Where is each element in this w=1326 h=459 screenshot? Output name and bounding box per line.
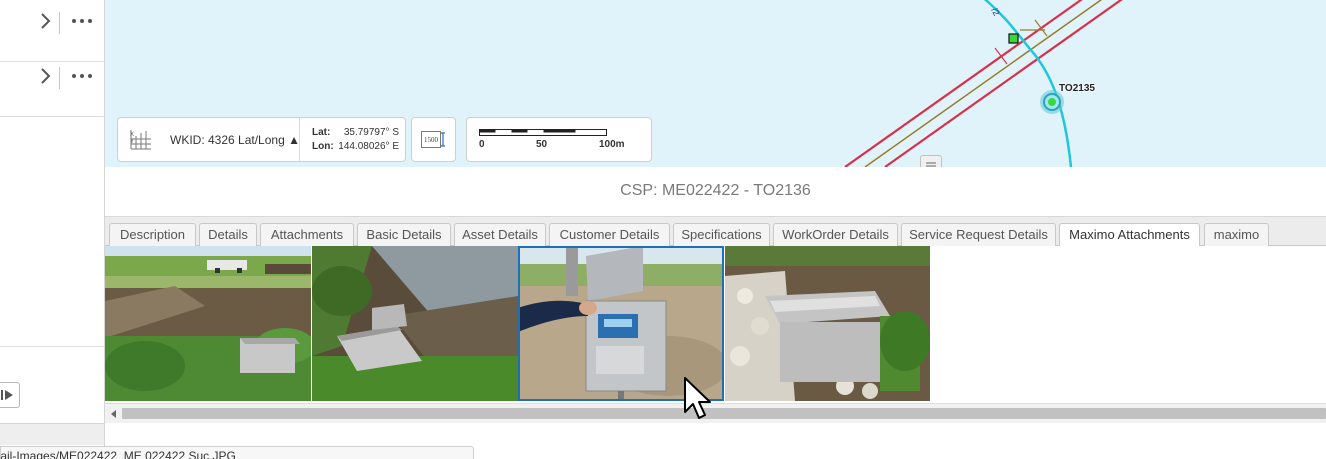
- chevron-right-icon[interactable]: [38, 10, 54, 32]
- divider: [299, 118, 300, 161]
- scale-icon-text: 1500: [424, 136, 439, 144]
- scalebar-tick-label: 50: [536, 139, 548, 150]
- attachment-gallery: [105, 246, 1326, 402]
- page-title: CSP: ME022422 - TO2136: [620, 182, 811, 199]
- divider: [59, 67, 60, 89]
- svg-text:Y: Y: [130, 139, 134, 145]
- tab-maximo[interactable]: maximo: [1204, 223, 1269, 247]
- scalebar-widget: 0 50 100m: [466, 117, 652, 162]
- coordinates-widget: X Y WKID: 4326 Lat/Long ▲ Lat: 35.79797°…: [117, 117, 406, 162]
- tab-customer-details[interactable]: Customer Details: [549, 223, 670, 247]
- tab-asset-details[interactable]: Asset Details: [454, 223, 546, 247]
- tab-description[interactable]: Description: [109, 223, 196, 247]
- map-view[interactable]: /2 TO2135 X Y WKID: 4326 Lat/Long ▲ Lat:…: [105, 0, 1326, 167]
- lat-value: 35.79797° S: [343, 127, 399, 138]
- list-item: [0, 55, 104, 117]
- lat-label: Lat:: [312, 127, 331, 138]
- status-url-text: tail-Images/ME022422_ME 022422 Suc.JPG: [0, 449, 236, 459]
- lon-label: Lon:: [312, 141, 334, 152]
- scalebar-tick-label: 100m: [599, 139, 625, 150]
- tab-service-request-details[interactable]: Service Request Details: [901, 223, 1056, 247]
- attachment-thumbnail[interactable]: [725, 246, 930, 401]
- tab-maximo-attachments[interactable]: Maximo Attachments: [1059, 223, 1200, 248]
- panel-resize-handle[interactable]: [920, 155, 942, 167]
- gallery-scrollbar[interactable]: [105, 403, 1326, 423]
- tab-details[interactable]: Details: [199, 223, 257, 247]
- scrollbar-thumb[interactable]: [122, 408, 1326, 419]
- drag-handle-icon: [926, 162, 936, 167]
- tab-specifications[interactable]: Specifications: [673, 223, 770, 247]
- tab-workorder-details[interactable]: WorkOrder Details: [773, 223, 898, 247]
- attachment-thumbnail[interactable]: [312, 246, 518, 401]
- scale-icon: 1500: [421, 131, 445, 148]
- panel-footer: [0, 423, 104, 445]
- left-panel: [0, 0, 105, 459]
- coordinate-grid-icon[interactable]: X Y: [128, 127, 154, 153]
- scalebar-tick-label: 0: [479, 139, 485, 150]
- mouse-pointer-icon: [684, 377, 711, 419]
- tab-attachments[interactable]: Attachments: [260, 223, 354, 247]
- collapse-panel-button[interactable]: [0, 382, 20, 408]
- lon-value: 144.08026° E: [338, 141, 399, 152]
- photo-image: [312, 246, 518, 401]
- tab-strip: Description Details Attachments Basic De…: [105, 216, 1326, 248]
- more-horizontal-icon[interactable]: [68, 10, 96, 32]
- svg-text:/2: /2: [989, 6, 1001, 18]
- tab-basic-details[interactable]: Basic Details: [357, 223, 451, 247]
- wkid-selector[interactable]: WKID: 4326 Lat/Long ▲: [170, 133, 300, 147]
- scroll-left-icon[interactable]: [109, 409, 119, 419]
- play-icon: [1, 390, 13, 400]
- chevron-right-icon[interactable]: [38, 65, 54, 87]
- attachment-thumbnail[interactable]: [105, 246, 311, 401]
- scalebar: [479, 129, 607, 136]
- divider: [59, 12, 60, 34]
- scale-widget[interactable]: 1500: [411, 117, 456, 162]
- list-item: [0, 0, 104, 62]
- svg-text:X: X: [130, 132, 134, 138]
- divider: [0, 346, 104, 347]
- more-horizontal-icon[interactable]: [68, 65, 96, 87]
- asset-label: TO2135: [1059, 83, 1095, 94]
- status-bar-url: tail-Images/ME022422_ME 022422 Suc.JPG: [0, 446, 474, 459]
- photo-image: [725, 246, 930, 401]
- photo-image: [105, 246, 311, 401]
